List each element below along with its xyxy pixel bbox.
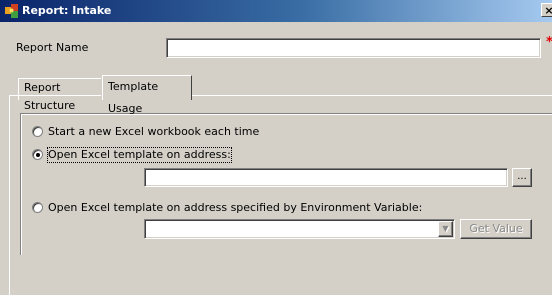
browse-button-label: ... xyxy=(517,171,527,182)
env-variable-select[interactable]: ▼ xyxy=(144,219,455,239)
dropdown-arrow-button[interactable]: ▼ xyxy=(438,221,453,237)
option-template-address-label: Open Excel template on address: xyxy=(47,147,232,163)
browse-button[interactable]: ... xyxy=(512,168,532,187)
radio-new-workbook[interactable] xyxy=(32,126,43,137)
title-bar[interactable]: Report: Intake xyxy=(0,0,552,22)
chevron-down-icon: ▼ xyxy=(442,224,449,233)
report-name-input[interactable] xyxy=(166,38,541,58)
option-env-variable-label: Open Excel template on address specified… xyxy=(48,201,423,214)
template-address-input[interactable] xyxy=(144,168,508,187)
radio-selected-dot xyxy=(36,153,40,157)
required-marker: * xyxy=(546,36,552,50)
close-button[interactable]: × xyxy=(541,3,552,17)
get-value-button-label: Get Value xyxy=(469,222,523,235)
app-puzzle-icon xyxy=(5,4,18,18)
radio-env-variable[interactable] xyxy=(32,202,43,213)
option-new-workbook-label: Start a new Excel workbook each time xyxy=(48,125,260,138)
get-value-button[interactable]: Get Value xyxy=(460,219,532,239)
radio-template-address[interactable] xyxy=(32,149,43,160)
close-icon: × xyxy=(544,4,552,17)
report-name-label: Report Name xyxy=(16,41,89,54)
tab-template-usage[interactable]: Template Usage xyxy=(102,75,192,115)
window-title: Report: Intake xyxy=(22,4,112,17)
